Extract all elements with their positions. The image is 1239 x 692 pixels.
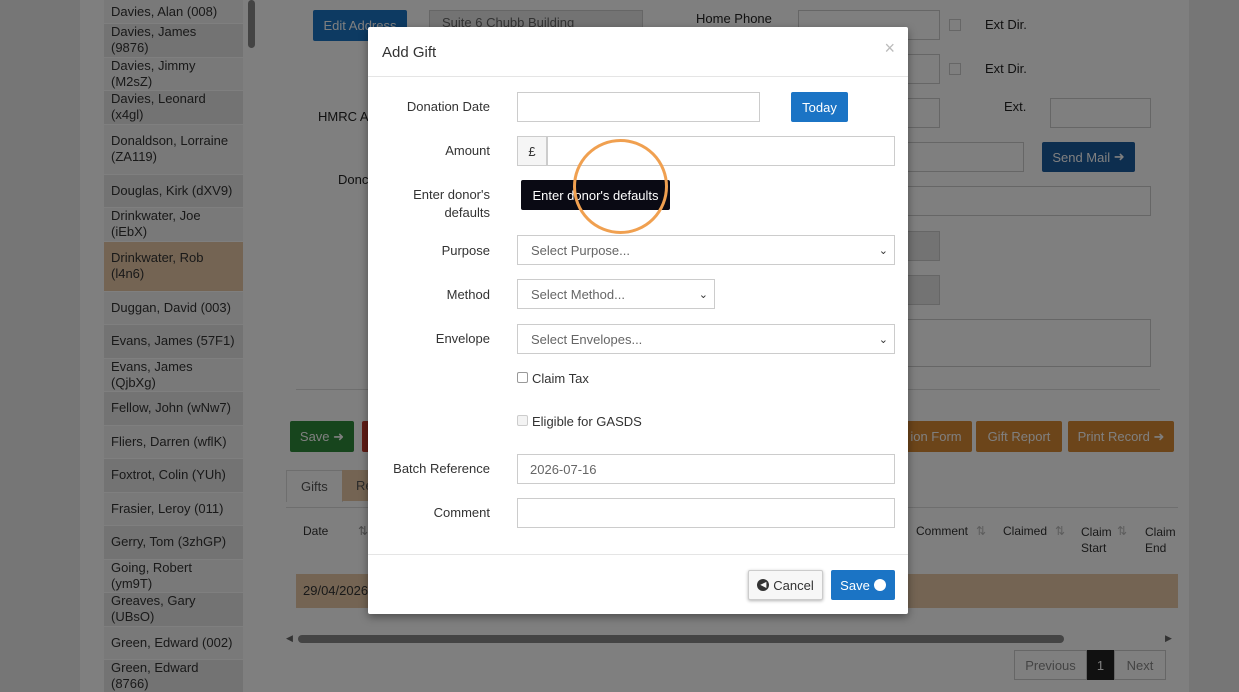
modal-header: Add Gift × bbox=[368, 27, 908, 77]
batch-reference-input[interactable] bbox=[517, 454, 895, 484]
method-select[interactable]: Select Method... ⌄ bbox=[517, 279, 715, 309]
donor-defaults-label: Enter donor's defaults bbox=[413, 187, 490, 220]
purpose-select[interactable]: Select Purpose... ⌄ bbox=[517, 235, 895, 265]
claim-tax-label: Claim Tax bbox=[532, 371, 589, 386]
comment-input[interactable] bbox=[517, 498, 895, 528]
purpose-selected-value: Select Purpose... bbox=[531, 242, 630, 258]
save-button[interactable]: Save ▶ bbox=[831, 570, 895, 600]
amount-input[interactable] bbox=[547, 136, 895, 166]
today-button[interactable]: Today bbox=[791, 92, 848, 122]
comment-label: Comment bbox=[433, 505, 490, 520]
method-selected-value: Select Method... bbox=[531, 286, 625, 302]
arrow-circle-right-icon: ▶ bbox=[873, 579, 886, 591]
pound-icon: £ bbox=[517, 136, 547, 166]
gasds-checkbox[interactable] bbox=[517, 415, 528, 426]
envelope-selected-value: Select Envelopes... bbox=[531, 331, 643, 347]
batch-reference-label: Batch Reference bbox=[393, 461, 490, 476]
arrow-circle-left-icon: ◀ bbox=[757, 579, 770, 591]
claim-tax-checkbox[interactable] bbox=[517, 372, 528, 383]
amount-label: Amount bbox=[445, 143, 490, 158]
envelope-select[interactable]: Select Envelopes... ⌄ bbox=[517, 324, 895, 354]
modal-title: Add Gift bbox=[382, 44, 437, 61]
close-icon[interactable]: × bbox=[884, 39, 895, 57]
donor-defaults-button[interactable]: Enter donor's defaults bbox=[521, 180, 670, 210]
cancel-button[interactable]: ◀ Cancel bbox=[748, 570, 823, 600]
method-label: Method bbox=[446, 287, 490, 302]
gasds-label: Eligible for GASDS bbox=[532, 414, 642, 429]
donation-date-input[interactable] bbox=[517, 92, 760, 122]
chevron-down-icon: ⌄ bbox=[698, 288, 708, 301]
purpose-label: Purpose bbox=[441, 243, 490, 258]
modal-footer: ◀ Cancel Save ▶ bbox=[368, 554, 908, 614]
chevron-down-icon: ⌄ bbox=[878, 333, 888, 346]
donation-date-label: Donation Date bbox=[406, 99, 490, 114]
chevron-down-icon: ⌄ bbox=[878, 244, 888, 257]
envelope-label: Envelope bbox=[435, 331, 490, 346]
add-gift-modal: Add Gift × Donation Date Today Amount £ … bbox=[368, 27, 908, 614]
